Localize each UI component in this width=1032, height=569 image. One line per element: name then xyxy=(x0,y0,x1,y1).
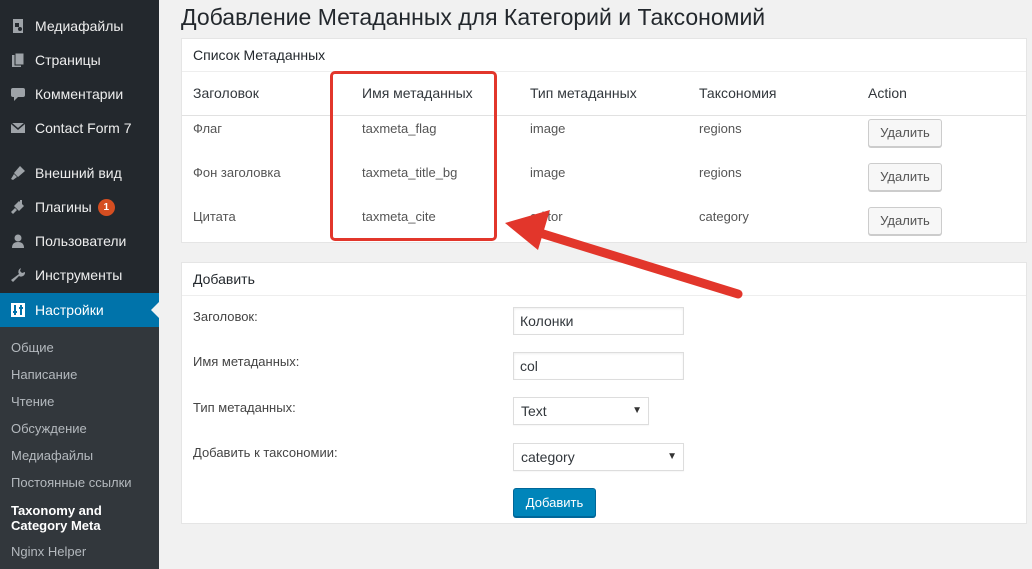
appearance-icon xyxy=(0,165,35,181)
page-title: Добавление Метаданных для Категорий и Та… xyxy=(181,4,766,30)
sidebar-item-settings[interactable]: Настройки xyxy=(0,293,159,327)
meta-type-selected-value: Text xyxy=(521,403,547,419)
submenu-item-permalinks[interactable]: Постоянные ссылки xyxy=(11,475,132,490)
taxonomy-field-label: Добавить к таксономии: xyxy=(193,445,338,460)
add-meta-panel: Добавить Заголовок: Колонки Имя метаданн… xyxy=(181,262,1027,524)
settings-icon xyxy=(0,302,35,318)
delete-button[interactable]: Удалить xyxy=(868,163,942,191)
submenu-item-media[interactable]: Медиафайлы xyxy=(11,448,93,463)
taxonomy-select[interactable]: category ▼ xyxy=(513,443,684,471)
add-button[interactable]: Добавить xyxy=(513,488,596,517)
row-title: Фон заголовка xyxy=(193,165,281,180)
submenu-item-nginx-helper[interactable]: Nginx Helper xyxy=(11,544,86,559)
meta-name-input[interactable]: col xyxy=(513,352,684,380)
annotation-highlight-box xyxy=(330,71,497,241)
tools-icon xyxy=(0,267,35,283)
meta-type-select[interactable]: Text ▼ xyxy=(513,397,649,425)
settings-submenu: Общие Написание Чтение Обсуждение Медиаф… xyxy=(0,327,159,569)
submenu-item-reading[interactable]: Чтение xyxy=(11,394,54,409)
sidebar-item-contact-form[interactable]: Contact Form 7 xyxy=(0,111,159,145)
users-icon xyxy=(0,233,35,249)
row-taxonomy: regions xyxy=(699,165,742,180)
sidebar-item-appearance[interactable]: Внешний вид xyxy=(0,156,159,190)
plugins-icon xyxy=(0,199,35,215)
sidebar-item-pages[interactable]: Страницы xyxy=(0,43,159,77)
submenu-item-general[interactable]: Общие xyxy=(11,340,54,355)
mail-icon xyxy=(0,120,35,136)
column-header-title: Заголовок xyxy=(193,85,259,101)
row-taxonomy: regions xyxy=(699,121,742,136)
title-field-label: Заголовок: xyxy=(193,309,258,324)
row-title: Флаг xyxy=(193,121,223,136)
media-icon xyxy=(0,18,35,34)
submenu-label-line-2: Category Meta xyxy=(11,518,101,533)
sidebar-item-users[interactable]: Пользователи xyxy=(0,224,159,258)
chevron-down-icon: ▼ xyxy=(667,451,677,462)
column-header-action: Action xyxy=(868,85,907,101)
column-header-meta-type: Тип метаданных xyxy=(530,85,637,101)
sidebar-item-tools[interactable]: Инструменты xyxy=(0,258,159,292)
admin-sidebar: Медиафайлы Страницы Комментарии Contact … xyxy=(0,0,159,569)
submenu-label-line-1: Taxonomy and xyxy=(11,503,102,518)
annotation-arrow-icon xyxy=(505,210,743,299)
plugins-update-badge: 1 xyxy=(97,198,115,216)
title-input[interactable]: Колонки xyxy=(513,307,684,335)
header-divider xyxy=(182,115,1026,116)
sidebar-item-plugins[interactable]: Плагины 1 xyxy=(0,190,159,224)
taxonomy-selected-value: category xyxy=(521,449,575,465)
pages-icon xyxy=(0,52,35,68)
meta-name-field-label: Имя метаданных: xyxy=(193,354,300,369)
comments-icon xyxy=(0,86,35,102)
chevron-down-icon: ▼ xyxy=(632,405,642,416)
sidebar-item-comments[interactable]: Комментарии xyxy=(0,77,159,111)
submenu-item-writing[interactable]: Написание xyxy=(11,367,77,382)
meta-type-field-label: Тип метаданных: xyxy=(193,400,296,415)
row-title: Цитата xyxy=(193,209,236,224)
delete-button[interactable]: Удалить xyxy=(868,207,942,235)
row-meta-type: image xyxy=(530,165,566,180)
column-header-taxonomy: Таксономия xyxy=(699,85,777,101)
sidebar-item-media[interactable]: Медиафайлы xyxy=(0,9,159,43)
submenu-item-taxonomy-meta[interactable]: Taxonomy and Category Meta xyxy=(11,503,102,533)
submenu-item-discussion[interactable]: Обсуждение xyxy=(11,421,87,436)
meta-list-heading: Список Метаданных xyxy=(182,39,1026,72)
row-meta-type: image xyxy=(530,121,566,136)
delete-button[interactable]: Удалить xyxy=(868,119,942,147)
